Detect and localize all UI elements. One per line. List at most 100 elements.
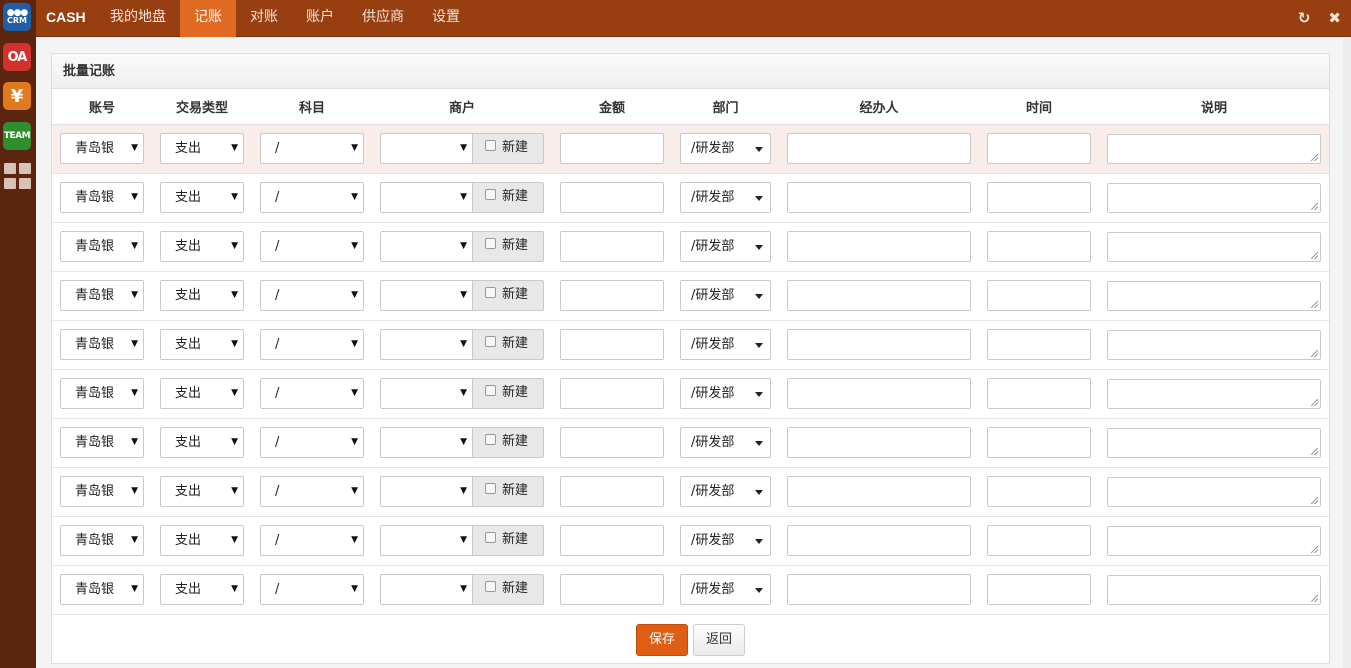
merchant-select[interactable]: ▼ [380,133,473,164]
account-select[interactable]: 青岛银 ▼ [60,280,144,311]
new-merchant-checkbox[interactable] [485,140,496,151]
nav-item-settings[interactable]: 设置 [418,0,474,37]
department-select[interactable]: /研发部 [680,574,771,605]
new-merchant-checkbox[interactable] [485,189,496,200]
oa-app-icon[interactable]: OA [3,43,31,71]
save-button[interactable]: 保存 [636,623,688,656]
subject-select[interactable]: / ▼ [260,182,364,213]
account-select[interactable]: 青岛银 ▼ [60,329,144,360]
close-icon[interactable]: ✖ [1328,9,1341,27]
note-textarea[interactable] [1107,133,1321,164]
resize-grip-icon[interactable] [1311,545,1318,553]
resize-grip-icon[interactable] [1311,300,1318,308]
grid-menu-icon[interactable] [3,162,31,190]
account-select[interactable]: 青岛银 ▼ [60,133,144,164]
time-input[interactable] [987,329,1091,360]
back-button[interactable]: 返回 [693,623,745,656]
new-merchant-checkbox[interactable] [485,238,496,249]
resize-grip-icon[interactable] [1311,251,1318,259]
nav-item-accounts[interactable]: 账户 [292,0,348,37]
department-select[interactable]: /研发部 [680,280,771,311]
merchant-select[interactable]: ▼ [380,231,473,262]
subject-select[interactable]: / ▼ [260,476,364,507]
time-input[interactable] [987,574,1091,605]
new-merchant-toggle[interactable]: 新建 [473,525,544,556]
amount-input[interactable] [560,231,664,262]
department-select[interactable]: /研发部 [680,329,771,360]
handler-input[interactable] [787,378,971,409]
subject-select[interactable]: / ▼ [260,574,364,605]
merchant-select[interactable]: ▼ [380,525,473,556]
note-textarea[interactable] [1107,329,1321,360]
subject-select[interactable]: / ▼ [260,280,364,311]
account-select[interactable]: 青岛银 ▼ [60,231,144,262]
handler-input[interactable] [787,280,971,311]
nav-item-bookkeeping[interactable]: 记账 [180,0,236,37]
resize-grip-icon[interactable] [1311,202,1318,210]
transaction-type-select[interactable]: 支出 ▼ [160,574,244,605]
department-select[interactable]: /研发部 [680,378,771,409]
account-select[interactable]: 青岛银 ▼ [60,574,144,605]
new-merchant-checkbox[interactable] [485,287,496,298]
handler-input[interactable] [787,427,971,458]
account-select[interactable]: 青岛银 ▼ [60,378,144,409]
amount-input[interactable] [560,574,664,605]
nav-item-my-territory[interactable]: 我的地盘 [96,0,180,37]
new-merchant-toggle[interactable]: 新建 [473,427,544,458]
transaction-type-select[interactable]: 支出 ▼ [160,133,244,164]
merchant-select[interactable]: ▼ [380,476,473,507]
resize-grip-icon[interactable] [1311,496,1318,504]
resize-grip-icon[interactable] [1311,349,1318,357]
transaction-type-select[interactable]: 支出 ▼ [160,378,244,409]
handler-input[interactable] [787,329,971,360]
amount-input[interactable] [560,182,664,213]
transaction-type-select[interactable]: 支出 ▼ [160,231,244,262]
new-merchant-toggle[interactable]: 新建 [473,231,544,262]
cash-app-icon[interactable]: ¥ [3,82,31,110]
team-app-icon[interactable]: TEAM [3,122,31,150]
time-input[interactable] [987,182,1091,213]
note-textarea[interactable] [1107,378,1321,409]
amount-input[interactable] [560,378,664,409]
amount-input[interactable] [560,427,664,458]
time-input[interactable] [987,427,1091,458]
account-select[interactable]: 青岛银 ▼ [60,182,144,213]
new-merchant-checkbox[interactable] [485,434,496,445]
crm-app-icon[interactable]: ●●● CRM [3,3,31,31]
account-select[interactable]: 青岛银 ▼ [60,525,144,556]
resize-grip-icon[interactable] [1311,447,1318,455]
account-select[interactable]: 青岛银 ▼ [60,476,144,507]
transaction-type-select[interactable]: 支出 ▼ [160,427,244,458]
new-merchant-toggle[interactable]: 新建 [473,280,544,311]
merchant-select[interactable]: ▼ [380,574,473,605]
amount-input[interactable] [560,476,664,507]
department-select[interactable]: /研发部 [680,182,771,213]
refresh-icon[interactable]: ↻ [1298,9,1311,27]
transaction-type-select[interactable]: 支出 ▼ [160,329,244,360]
merchant-select[interactable]: ▼ [380,329,473,360]
handler-input[interactable] [787,231,971,262]
new-merchant-checkbox[interactable] [485,336,496,347]
department-select[interactable]: /研发部 [680,427,771,458]
amount-input[interactable] [560,525,664,556]
new-merchant-checkbox[interactable] [485,483,496,494]
subject-select[interactable]: / ▼ [260,231,364,262]
transaction-type-select[interactable]: 支出 ▼ [160,280,244,311]
handler-input[interactable] [787,476,971,507]
new-merchant-checkbox[interactable] [485,532,496,543]
subject-select[interactable]: / ▼ [260,133,364,164]
transaction-type-select[interactable]: 支出 ▼ [160,476,244,507]
time-input[interactable] [987,231,1091,262]
department-select[interactable]: /研发部 [680,525,771,556]
time-input[interactable] [987,525,1091,556]
page-scrollbar[interactable] [1343,38,1351,668]
time-input[interactable] [987,378,1091,409]
note-textarea[interactable] [1107,427,1321,458]
department-select[interactable]: /研发部 [680,476,771,507]
amount-input[interactable] [560,133,664,164]
new-merchant-checkbox[interactable] [485,581,496,592]
time-input[interactable] [987,280,1091,311]
subject-select[interactable]: / ▼ [260,427,364,458]
new-merchant-toggle[interactable]: 新建 [473,378,544,409]
note-textarea[interactable] [1107,231,1321,262]
